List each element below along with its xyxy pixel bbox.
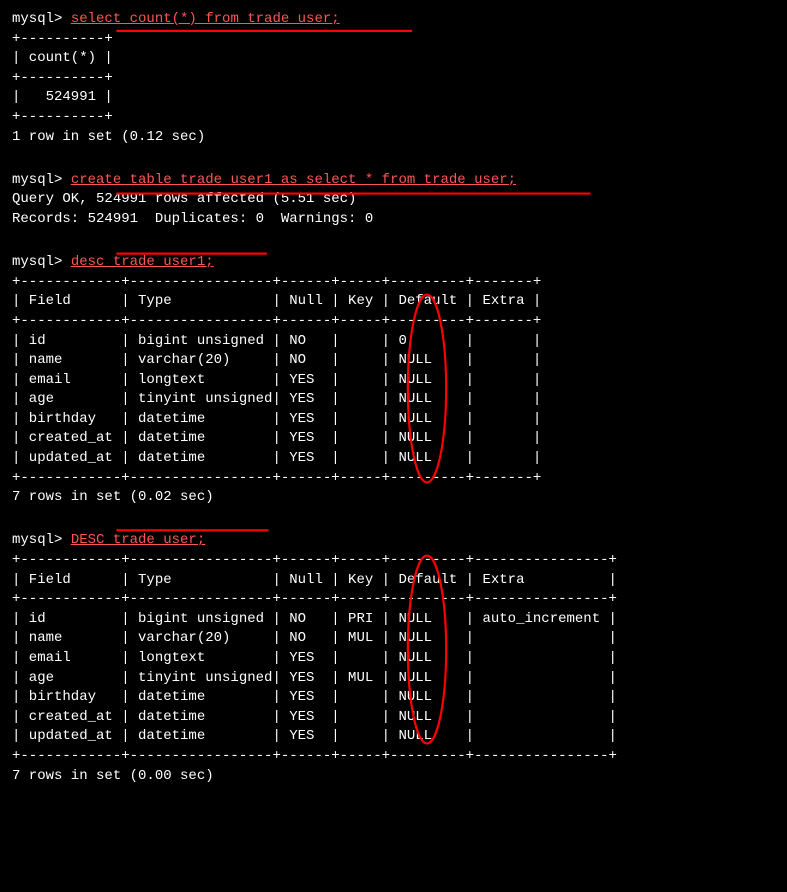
output-4-row-id: | id | bigint unsigned | NO | PRI | NULL… — [12, 610, 775, 630]
output-3-rowcount: 7 rows in set (0.02 sec) — [12, 488, 775, 508]
output-3-row-birthday: | birthday | datetime | YES | | NULL | | — [12, 410, 775, 430]
output-4-row-name: | name | varchar(20) | NO | MUL | NULL |… — [12, 629, 775, 649]
block-2: mysql> create table trade_user1 as selec… — [12, 171, 775, 230]
output-3-row-created: | created_at | datetime | YES | | NULL |… — [12, 429, 775, 449]
output-3-border-bot: +------------+-----------------+------+-… — [12, 469, 775, 489]
command-text-1: select count(*) from trade_user; — [71, 11, 340, 27]
output-1-1: +----------+ — [12, 30, 775, 50]
command-line-4: mysql> DESC trade_user; — [12, 531, 775, 551]
command-line-2: mysql> create table trade_user1 as selec… — [12, 171, 775, 191]
output-1-3: +----------+ — [12, 69, 775, 89]
output-2-2: Records: 524991 Duplicates: 0 Warnings: … — [12, 210, 775, 230]
output-3-row-id: | id | bigint unsigned | NO | | 0 | | — [12, 332, 775, 352]
output-4-header-sep: +------------+-----------------+------+-… — [12, 590, 775, 610]
output-1-5: +----------+ — [12, 108, 775, 128]
output-3-header-sep: +------------+-----------------+------+-… — [12, 312, 775, 332]
prompt-2: mysql> — [12, 172, 71, 188]
prompt-3: mysql> — [12, 254, 71, 270]
output-4-rowcount: 7 rows in set (0.00 sec) — [12, 767, 775, 787]
output-3-row-name: | name | varchar(20) | NO | | NULL | | — [12, 351, 775, 371]
prompt-1: mysql> — [12, 11, 71, 27]
output-1-2: | count(*) | — [12, 49, 775, 69]
command-text-3: desc trade_user1; — [71, 254, 214, 270]
output-4-header: | Field | Type | Null | Key | Default | … — [12, 571, 775, 591]
terminal: mysql> select count(*) from trade_user; … — [12, 10, 775, 786]
output-4-row-updated: | updated_at | datetime | YES | | NULL |… — [12, 727, 775, 747]
prompt-4: mysql> — [12, 532, 71, 548]
output-3-row-updated: | updated_at | datetime | YES | | NULL |… — [12, 449, 775, 469]
output-4-border-top: +------------+-----------------+------+-… — [12, 551, 775, 571]
command-text-2: create table trade_user1 as select * fro… — [71, 172, 516, 188]
block-3: mysql> desc trade_user1; +------------+-… — [12, 253, 775, 508]
output-4-row-age: | age | tinyint unsigned| YES | MUL | NU… — [12, 669, 775, 689]
output-3-row-email: | email | longtext | YES | | NULL | | — [12, 371, 775, 391]
block-1: mysql> select count(*) from trade_user; … — [12, 10, 775, 147]
block-4: mysql> DESC trade_user; +------------+--… — [12, 531, 775, 786]
output-4-row-birthday: | birthday | datetime | YES | | NULL | | — [12, 688, 775, 708]
command-text-4: DESC trade_user; — [71, 532, 205, 548]
output-2-1: Query OK, 524991 rows affected (5.51 sec… — [12, 190, 775, 210]
output-4-row-email: | email | longtext | YES | | NULL | | — [12, 649, 775, 669]
output-3-border-top: +------------+-----------------+------+-… — [12, 273, 775, 293]
command-line-1: mysql> select count(*) from trade_user; — [12, 10, 775, 30]
output-1-6: 1 row in set (0.12 sec) — [12, 128, 775, 148]
output-4-row-created: | created_at | datetime | YES | | NULL |… — [12, 708, 775, 728]
output-1-4: | 524991 | — [12, 88, 775, 108]
output-3-header: | Field | Type | Null | Key | Default | … — [12, 292, 775, 312]
output-3-row-age: | age | tinyint unsigned| YES | | NULL |… — [12, 390, 775, 410]
command-line-3: mysql> desc trade_user1; — [12, 253, 775, 273]
output-4-border-bot: +------------+-----------------+------+-… — [12, 747, 775, 767]
